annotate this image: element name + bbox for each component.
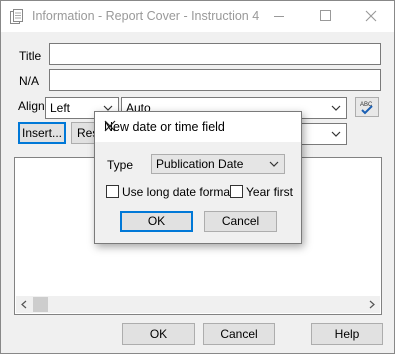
chevron-down-icon [330,124,342,144]
scroll-left-icon[interactable] [18,298,30,314]
dialog-close-icon[interactable] [104,120,293,135]
document-app-icon [10,9,24,24]
maximize-button[interactable] [302,1,348,32]
chevron-down-icon [330,98,342,118]
scrollbar-thumb[interactable] [33,297,48,312]
dialog-title-bar: New date or time field [95,112,301,142]
field-select[interactable] [299,123,347,145]
horizontal-scrollbar[interactable] [16,296,380,313]
dialog-ok-button[interactable]: OK [120,211,193,232]
window-title: Information - Report Cover - Instruction… [32,9,260,23]
cancel-button[interactable]: Cancel [203,323,275,345]
close-button[interactable] [348,1,394,32]
year-first-label: Year first [246,185,293,199]
type-label: Type [107,158,134,172]
insert-button[interactable]: Insert... [18,122,66,144]
cancel-button-label: Cancel [220,327,258,341]
year-first-checkbox[interactable] [230,185,243,198]
align-select-value: Left [50,101,71,115]
dialog-ok-label: OK [147,214,166,228]
help-button-label: Help [334,327,360,341]
type-select-value: Publication Date [156,157,244,171]
na-field[interactable] [49,69,381,91]
main-window: Information - Report Cover - Instruction… [0,0,395,354]
title-field[interactable] [49,43,381,65]
title-bar: Information - Report Cover - Instruction… [1,1,394,32]
title-label: Title [19,49,42,63]
dialog-cancel-label: Cancel [221,214,260,228]
spellcheck-icon: ABC [356,102,378,119]
ok-button-label: OK [149,327,168,341]
spellcheck-button[interactable]: ABC [355,97,379,117]
chevron-down-icon [268,155,280,173]
long-date-label: Use long date format [122,185,234,199]
help-button[interactable]: Help [311,323,383,345]
long-date-checkbox[interactable] [106,185,119,198]
type-select[interactable]: Publication Date [151,154,285,174]
scroll-right-icon[interactable] [366,298,378,314]
minimize-button[interactable] [256,1,302,32]
insert-button-label: Insert... [21,126,62,140]
align-label: Align [18,99,45,113]
new-date-field-dialog: New date or time field Type Publication … [94,111,302,244]
na-label: N/A [19,74,40,88]
dialog-cancel-button[interactable]: Cancel [204,211,277,232]
ok-button[interactable]: OK [122,323,195,345]
